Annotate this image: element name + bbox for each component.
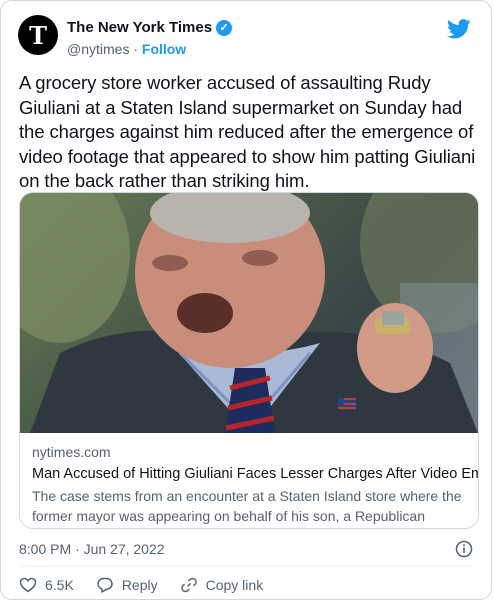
account-name-row[interactable]: The New York Times ✓	[67, 19, 233, 36]
separator: ·	[133, 41, 139, 57]
reply-button[interactable]: Reply	[96, 576, 158, 594]
twitter-bird-icon[interactable]	[447, 19, 471, 39]
info-icon[interactable]	[455, 540, 473, 558]
link-description: The case stems from an encounter at a St…	[32, 488, 462, 524]
article-photo-illustration	[20, 193, 478, 433]
verified-badge-icon: ✓	[216, 19, 233, 36]
account-name[interactable]: The New York Times	[67, 19, 212, 36]
copy-link-label: Copy link	[205, 577, 264, 593]
article-photo[interactable]	[20, 193, 478, 433]
avatar[interactable]: T	[18, 15, 58, 55]
link-domain: nytimes.com	[32, 444, 111, 460]
like-count: 6.5K	[45, 577, 74, 593]
follow-button[interactable]: Follow	[142, 41, 186, 57]
account-handle[interactable]: @nytimes	[67, 41, 129, 57]
tweet-text: A grocery store worker accused of assaul…	[19, 72, 476, 191]
action-bar: 6.5K Reply Copy link	[19, 576, 285, 594]
handle-line: @nytimes · Follow	[67, 41, 186, 57]
divider	[19, 566, 473, 567]
heart-icon	[19, 577, 37, 593]
link-icon	[180, 577, 197, 593]
link-preview-card[interactable]: nytimes.com Man Accused of Hitting Giuli…	[19, 192, 479, 529]
tweet-embed-card: T The New York Times ✓ @nytimes · Follow…	[0, 0, 492, 600]
reply-label: Reply	[121, 577, 158, 593]
copy-link-button[interactable]: Copy link	[180, 576, 264, 594]
like-button[interactable]: 6.5K	[19, 576, 74, 594]
tweet-timestamp[interactable]: 8:00 PM · Jun 27, 2022	[19, 541, 165, 557]
avatar-glyph: T	[29, 20, 47, 50]
link-meta: nytimes.com Man Accused of Hitting Giuli…	[32, 444, 478, 528]
link-headline[interactable]: Man Accused of Hitting Giuliani Faces Le…	[32, 464, 478, 484]
reply-icon	[97, 577, 113, 593]
